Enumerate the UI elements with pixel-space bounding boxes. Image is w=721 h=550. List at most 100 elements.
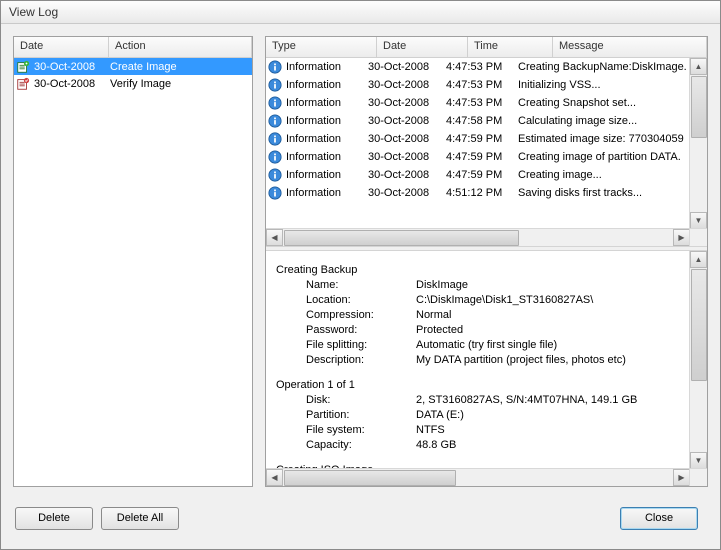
log-message: Creating image of partition DATA. (518, 151, 707, 163)
log-row[interactable]: Information30-Oct-20084:51:12 PMSaving d… (266, 184, 707, 202)
detail-value: C:\DiskImage\Disk1_ST3160827AS\ (416, 293, 697, 308)
session-row[interactable]: 30-Oct-2008Verify Image (14, 75, 252, 92)
log-row[interactable]: Information30-Oct-20084:47:53 PMInitiali… (266, 76, 707, 94)
log-date: 30-Oct-2008 (368, 133, 446, 145)
log-time: 4:47:58 PM (446, 115, 518, 127)
log-row[interactable]: Information30-Oct-20084:47:58 PMCalculat… (266, 112, 707, 130)
log-row[interactable]: Information30-Oct-20084:47:53 PMCreating… (266, 94, 707, 112)
log-type: Information (284, 169, 368, 181)
sessions-header: Date Action (14, 37, 252, 58)
log-rows: Information30-Oct-20084:47:53 PMCreating… (266, 58, 707, 202)
detail-area: Creating BackupName:DiskImageLocation:C:… (266, 251, 707, 486)
scroll-thumb[interactable] (284, 230, 519, 246)
log-row[interactable]: Information30-Oct-20084:47:59 PMEstimate… (266, 130, 707, 148)
detail-key: Disk: (276, 393, 416, 408)
log-date: 30-Oct-2008 (368, 115, 446, 127)
detail-content: Creating BackupName:DiskImageLocation:C:… (266, 251, 707, 486)
log-type: Information (284, 115, 368, 127)
content-area: Date Action 30-Oct-2008Create Image30-Oc… (1, 24, 720, 499)
info-icon (266, 60, 284, 74)
log-date: 30-Oct-2008 (368, 151, 446, 163)
detail-value: NTFS (416, 423, 697, 438)
button-bar: Delete Delete All Close (1, 499, 720, 549)
detail-value: 48.8 GB (416, 438, 697, 453)
log-time: 4:47:59 PM (446, 169, 518, 181)
delete-button[interactable]: Delete (15, 507, 93, 530)
detail-row: File system:NTFS (276, 423, 697, 438)
detail-hscrollbar[interactable]: ◀ ▶ (266, 468, 690, 486)
info-icon (266, 150, 284, 164)
detail-key: Description: (276, 353, 416, 368)
scroll-right-icon[interactable]: ▶ (673, 229, 690, 246)
detail-key: Location: (276, 293, 416, 308)
log-date: 30-Oct-2008 (368, 187, 446, 199)
log-header-time[interactable]: Time (468, 37, 553, 57)
scroll-up-icon[interactable]: ▲ (690, 251, 707, 268)
scroll-thumb[interactable] (691, 76, 707, 138)
detail-row: Partition:DATA (E:) (276, 408, 697, 423)
log-time: 4:47:53 PM (446, 61, 518, 73)
window-title: View Log (9, 5, 58, 19)
log-time: 4:51:12 PM (446, 187, 518, 199)
log-message: Calculating image size... (518, 115, 707, 127)
detail-value: DiskImage (416, 278, 697, 293)
detail-key: File splitting: (276, 338, 416, 353)
log-date: 30-Oct-2008 (368, 97, 446, 109)
scroll-up-icon[interactable]: ▲ (690, 58, 707, 75)
detail-key: Password: (276, 323, 416, 338)
sessions-panel: Date Action 30-Oct-2008Create Image30-Oc… (13, 36, 253, 487)
log-row[interactable]: Information30-Oct-20084:47:53 PMCreating… (266, 58, 707, 76)
close-button[interactable]: Close (620, 507, 698, 530)
log-header-date[interactable]: Date (377, 37, 468, 57)
log-vscrollbar[interactable]: ▲ ▼ (689, 58, 707, 229)
detail-row: Description:My DATA partition (project f… (276, 353, 697, 368)
detail-row: Location:C:\DiskImage\Disk1_ST3160827AS\ (276, 293, 697, 308)
scroll-left-icon[interactable]: ◀ (266, 229, 283, 246)
scroll-left-icon[interactable]: ◀ (266, 469, 283, 486)
log-date: 30-Oct-2008 (368, 169, 446, 181)
spacer (276, 453, 697, 459)
log-row[interactable]: Information30-Oct-20084:47:59 PMCreating… (266, 148, 707, 166)
detail-group-title: Operation 1 of 1 (276, 378, 697, 393)
log-message: Creating image... (518, 169, 707, 181)
log-message: Initializing VSS... (518, 79, 707, 91)
log-header: Type Date Time Message (266, 37, 707, 58)
scroll-down-icon[interactable]: ▼ (690, 212, 707, 229)
detail-key: Compression: (276, 308, 416, 323)
log-row[interactable]: Information30-Oct-20084:47:59 PMCreating… (266, 166, 707, 184)
detail-value: Automatic (try first single file) (416, 338, 697, 353)
info-icon (266, 132, 284, 146)
log-type: Information (284, 133, 368, 145)
info-icon (266, 186, 284, 200)
info-icon (266, 114, 284, 128)
session-action: Create Image (108, 61, 252, 73)
detail-vscrollbar[interactable]: ▲ ▼ (689, 251, 707, 469)
log-hscrollbar[interactable]: ◀ ▶ (266, 228, 690, 246)
scroll-thumb[interactable] (284, 470, 456, 486)
scroll-down-icon[interactable]: ▼ (690, 452, 707, 469)
titlebar[interactable]: View Log (1, 1, 720, 24)
detail-key: Name: (276, 278, 416, 293)
log-type: Information (284, 187, 368, 199)
scroll-thumb[interactable] (691, 269, 707, 381)
detail-row: Capacity:48.8 GB (276, 438, 697, 453)
scroll-right-icon[interactable]: ▶ (673, 469, 690, 486)
session-row[interactable]: 30-Oct-2008Create Image (14, 58, 252, 75)
detail-value: My DATA partition (project files, photos… (416, 353, 697, 368)
sessions-header-date[interactable]: Date (14, 37, 109, 57)
detail-group-title: Creating Backup (276, 263, 697, 278)
sessions-rows: 30-Oct-2008Create Image30-Oct-2008Verify… (14, 58, 252, 486)
create-image-icon (14, 60, 32, 74)
log-date: 30-Oct-2008 (368, 61, 446, 73)
log-header-type[interactable]: Type (266, 37, 377, 57)
detail-value: DATA (E:) (416, 408, 697, 423)
sessions-header-action[interactable]: Action (109, 37, 252, 57)
log-area: Information30-Oct-20084:47:53 PMCreating… (266, 58, 707, 246)
delete-all-button[interactable]: Delete All (101, 507, 179, 530)
log-type: Information (284, 79, 368, 91)
log-type: Information (284, 61, 368, 73)
scroll-corner (689, 228, 707, 246)
log-header-message[interactable]: Message (553, 37, 707, 57)
detail-key: Partition: (276, 408, 416, 423)
log-date: 30-Oct-2008 (368, 79, 446, 91)
